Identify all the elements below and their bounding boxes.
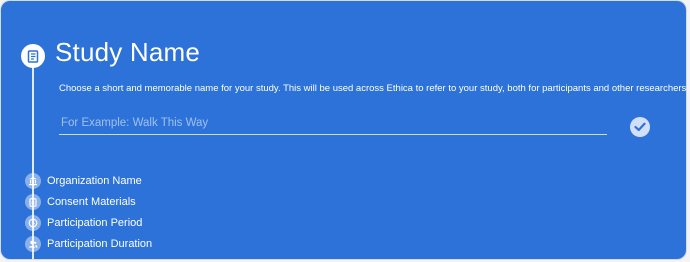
step-label: Consent Materials [47,196,136,208]
step-label: Organization Name [47,175,142,187]
study-wizard-card: Study Name Choose a short and memorable … [1,1,686,259]
bank-icon [25,173,41,189]
clock-icon [25,215,41,231]
users-icon [25,236,41,252]
clipboard-icon [25,194,41,210]
step-consent-materials[interactable]: Consent Materials [25,194,136,210]
book-icon [21,44,45,68]
study-name-input[interactable] [59,114,607,135]
step-label: Participation Duration [47,238,153,250]
step-label: Participation Period [47,217,143,229]
step-title: Study Name [55,37,201,67]
step-participation-period[interactable]: Participation Period [25,215,142,231]
check-circle-icon[interactable] [630,117,650,137]
step-participation-duration[interactable]: Participation Duration [25,236,152,252]
step-description: Choose a short and memorable name for yo… [59,83,686,94]
step-organization-name[interactable]: Organization Name [25,173,142,189]
